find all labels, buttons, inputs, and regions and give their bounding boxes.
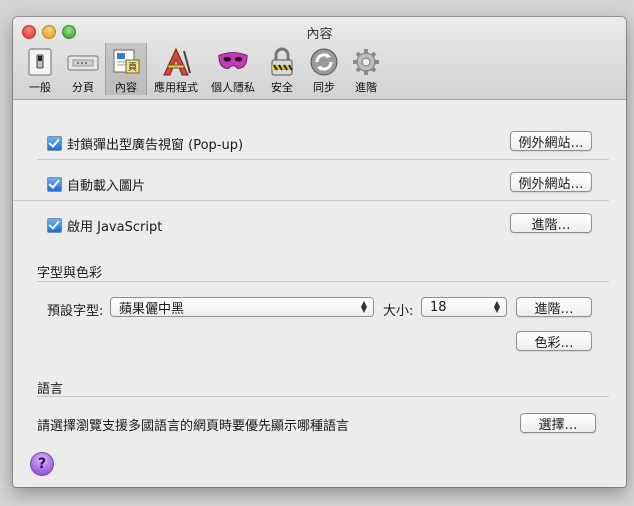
toolbar-item-content[interactable]: 頁 內容 [105, 43, 147, 95]
divider [37, 396, 609, 397]
toolbar-label: 內容 [115, 81, 137, 94]
select-arrows-icon: ▲ ▼ [360, 299, 367, 314]
divider [37, 159, 609, 160]
toolbar-item-privacy[interactable]: 個人隱私 [205, 43, 261, 95]
choose-language-button[interactable]: 選擇… [520, 413, 596, 433]
default-font-value: 蘋果儷中黑 [119, 301, 185, 317]
titlebar: 內容 一般 分頁 頁 內容 應用程式 個人隱私 安全 同步 進階 [13, 17, 626, 100]
images-label: 自動載入圖片 [67, 179, 146, 194]
languages-description: 請選擇瀏覽支援多國語言的網頁時要優先顯示哪種語言 [37, 419, 350, 434]
divider [13, 200, 609, 201]
colors-button[interactable]: 色彩… [516, 331, 592, 351]
divider [37, 281, 609, 282]
toolbar-item-applications[interactable]: 應用程式 [147, 43, 205, 95]
font-size-select[interactable]: 18 ▲ ▼ [421, 297, 507, 317]
toolbar-label: 一般 [29, 81, 51, 94]
switch-icon [24, 46, 56, 77]
toolbar-label: 進階 [355, 81, 377, 94]
gear-icon [350, 46, 382, 77]
help-icon: ? [37, 456, 47, 472]
toolbar-label: 個人隱私 [211, 81, 255, 94]
toolbar-label: 分頁 [72, 81, 94, 94]
languages-section-title: 語言 [37, 382, 64, 397]
toolbar-label: 應用程式 [154, 81, 198, 94]
preferences-window: 內容 一般 分頁 頁 內容 應用程式 個人隱私 安全 同步 進階 封鎖彈出型廣告… [13, 17, 626, 487]
popup-label: 封鎖彈出型廣告視窗 (Pop-up) [67, 138, 244, 153]
font-size-value: 18 [430, 299, 447, 315]
svg-text:頁: 頁 [128, 62, 137, 73]
images-checkbox[interactable] [47, 177, 62, 192]
toolbar-item-advanced[interactable]: 進階 [345, 43, 387, 95]
images-exceptions-button[interactable]: 例外網站… [510, 172, 592, 192]
toolbar-item-tabs[interactable]: 分頁 [61, 43, 105, 95]
javascript-checkbox-row[interactable]: 啟用 JavaScript [47, 216, 162, 235]
toolbar-item-general[interactable]: 一般 [19, 43, 61, 95]
help-button[interactable]: ? [30, 452, 54, 476]
fonts-section-title: 字型與色彩 [37, 266, 103, 281]
toolbar-label: 同步 [313, 81, 335, 94]
window-title: 內容 [306, 27, 333, 42]
content-icon: 頁 [110, 46, 142, 77]
javascript-label: 啟用 JavaScript [67, 220, 163, 235]
select-arrows-icon: ▲ ▼ [493, 299, 500, 314]
popup-checkbox-row[interactable]: 封鎖彈出型廣告視窗 (Pop-up) [47, 134, 243, 153]
tabs-icon [67, 46, 99, 77]
toolbar-item-sync[interactable]: 同步 [303, 43, 345, 95]
toolbar-item-security[interactable]: 安全 [261, 43, 303, 95]
javascript-checkbox[interactable] [47, 218, 62, 233]
default-font-select[interactable]: 蘋果儷中黑 ▲ ▼ [110, 297, 374, 317]
sync-icon [308, 46, 340, 77]
javascript-advanced-button[interactable]: 進階… [510, 213, 592, 233]
popup-exceptions-button[interactable]: 例外網站… [510, 131, 592, 151]
popup-checkbox[interactable] [47, 136, 62, 151]
toolbar: 一般 分頁 頁 內容 應用程式 個人隱私 安全 同步 進階 [19, 43, 387, 99]
images-checkbox-row[interactable]: 自動載入圖片 [47, 175, 145, 194]
mask-icon [217, 46, 249, 77]
default-font-label: 預設字型: [47, 304, 104, 319]
fonts-advanced-button[interactable]: 進階… [516, 297, 592, 317]
toolbar-label: 安全 [271, 81, 293, 94]
font-size-label: 大小: [383, 304, 414, 319]
apps-icon [160, 46, 192, 77]
lock-icon [266, 46, 298, 77]
